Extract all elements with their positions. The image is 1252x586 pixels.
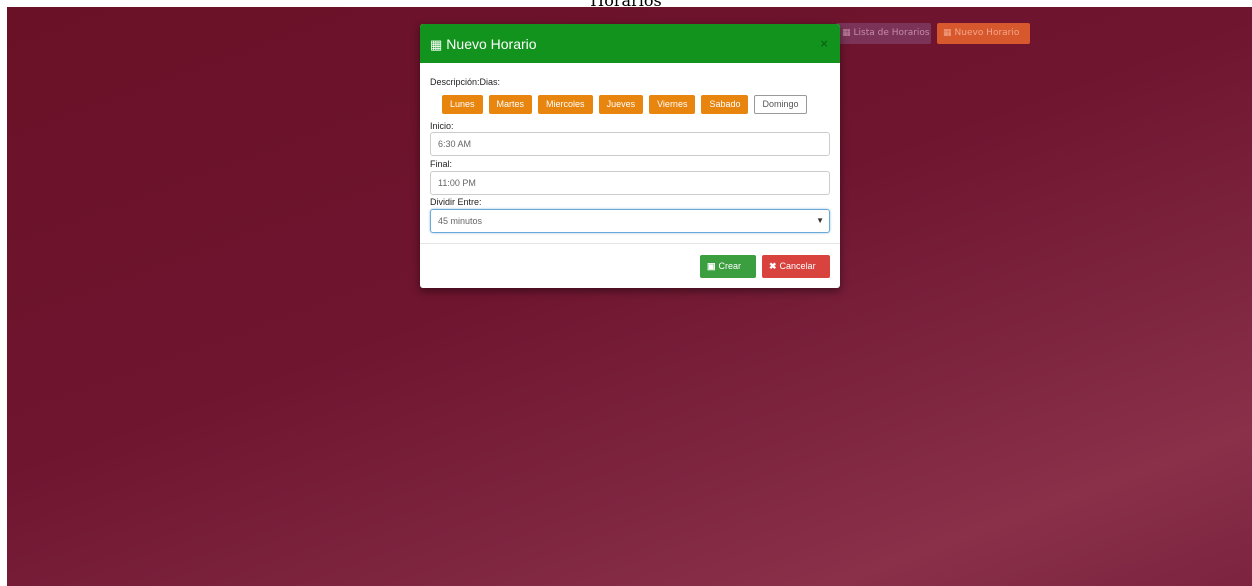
footer-divider [420,243,840,244]
final-label: Final: [430,159,453,169]
final-input[interactable]: 11:00 PM [430,171,830,195]
modal-title: Nuevo Horario [446,36,537,52]
cancelar-button[interactable]: ✖ Cancelar [762,255,830,278]
dividir-selected-value: 45 minutos [438,216,483,226]
nuevo-horario-modal: ▦ Nuevo Horario × Descripción:Dias: Lunes… [420,24,840,288]
cancelar-label: Cancelar [779,261,816,271]
lista-horarios-label: Lista de Horarios [853,28,930,38]
day-toggle-jueves[interactable]: Jueves [598,95,644,114]
crear-button[interactable]: ▣ Crear [700,255,756,278]
day-toggle-viernes[interactable]: Viernes [649,95,696,114]
inicio-input[interactable]: 6:30 AM [430,132,830,156]
day-toggle-sabado[interactable]: Sabado [701,95,749,114]
day-toggle-miercoles[interactable]: Miercoles [538,95,593,114]
day-toggle-domingo[interactable]: Domingo [754,95,807,114]
dividir-label: Dividir Entre: [430,197,482,207]
calendar-check-icon: ▣ [707,261,716,271]
nuevo-horario-label: Nuevo Horario [954,28,1020,38]
modal-header: ▦ Nuevo Horario × [420,24,840,63]
calendar-icon: ▦ [943,28,952,38]
dividir-select[interactable]: 45 minutos ▼ [430,209,830,233]
close-icon[interactable]: × [820,24,828,64]
descripcion-label: Descripción:Dias: [430,77,501,87]
caret-down-icon: ▼ [816,216,824,225]
lista-horarios-button[interactable]: ▦ Lista de Horarios [836,23,931,44]
calendar-icon: ▦ [430,37,443,52]
calendar-icon: ▦ [842,28,851,38]
x-icon: ✖ [769,261,777,271]
inicio-label: Inicio: [430,121,454,131]
day-toggle-lunes[interactable]: Lunes [442,95,483,114]
days-selector: Lunes Martes Miercoles Jueves Viernes Sa… [442,95,807,114]
day-toggle-martes[interactable]: Martes [488,95,533,114]
crear-label: Crear [718,261,742,271]
nuevo-horario-button[interactable]: ▦ Nuevo Horario [937,23,1030,44]
